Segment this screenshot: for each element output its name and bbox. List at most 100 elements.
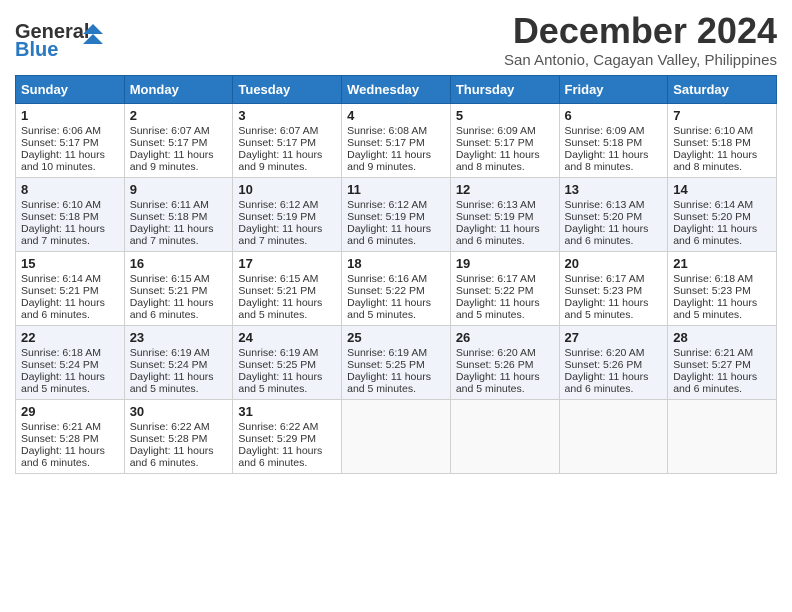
title-area: December 2024 San Antonio, Cagayan Valle… [504, 10, 777, 69]
sunset-text: Sunset: 5:28 PM [21, 433, 119, 445]
calendar-cell: 11Sunrise: 6:12 AMSunset: 5:19 PMDayligh… [342, 178, 451, 252]
calendar-cell: 27Sunrise: 6:20 AMSunset: 5:26 PMDayligh… [559, 326, 668, 400]
daylight-text: Daylight: 11 hours and 5 minutes. [21, 371, 119, 395]
sunrise-text: Sunrise: 6:22 AM [130, 421, 228, 433]
calendar-cell: 29 Sunrise: 6:21 AMSunset: 5:28 PMDayligh… [16, 400, 125, 474]
sunset-text: Sunset: 5:25 PM [347, 359, 445, 371]
week-row-1: 1Sunrise: 6:06 AMSunset: 5:17 PMDaylight… [16, 104, 777, 178]
daylight-text: Daylight: 11 hours and 6 minutes. [21, 297, 119, 321]
calendar-cell: 6Sunrise: 6:09 AMSunset: 5:18 PMDaylight… [559, 104, 668, 178]
sunset-text: Sunset: 5:24 PM [21, 359, 119, 371]
sunrise-text: Sunrise: 6:20 AM [565, 347, 663, 359]
daylight-text: Daylight: 11 hours and 8 minutes. [565, 149, 663, 173]
calendar-cell: 14Sunrise: 6:14 AMSunset: 5:20 PMDayligh… [668, 178, 777, 252]
page-title: December 2024 [504, 10, 777, 52]
sunrise-text: Sunrise: 6:18 AM [673, 273, 771, 285]
week-row-4: 22Sunrise: 6:18 AMSunset: 5:24 PMDayligh… [16, 326, 777, 400]
sunset-text: Sunset: 5:18 PM [673, 137, 771, 149]
calendar-cell: 30Sunrise: 6:22 AMSunset: 5:28 PMDayligh… [124, 400, 233, 474]
sunset-text: Sunset: 5:19 PM [347, 211, 445, 223]
day-number: 16 [130, 256, 228, 271]
column-header-monday: Monday [124, 76, 233, 104]
sunset-text: Sunset: 5:29 PM [238, 433, 336, 445]
calendar-cell [450, 400, 559, 474]
sunset-text: Sunset: 5:20 PM [565, 211, 663, 223]
daylight-text: Daylight: 11 hours and 6 minutes. [130, 445, 228, 469]
calendar-cell: 15Sunrise: 6:14 AMSunset: 5:21 PMDayligh… [16, 252, 125, 326]
calendar-cell: 23Sunrise: 6:19 AMSunset: 5:24 PMDayligh… [124, 326, 233, 400]
calendar-cell: 7Sunrise: 6:10 AMSunset: 5:18 PMDaylight… [668, 104, 777, 178]
sunset-text: Sunset: 5:17 PM [456, 137, 554, 149]
header-row: SundayMondayTuesdayWednesdayThursdayFrid… [16, 76, 777, 104]
sunset-text: Sunset: 5:18 PM [21, 211, 119, 223]
sunrise-text: Sunrise: 6:12 AM [347, 199, 445, 211]
day-number: 31 [238, 404, 336, 419]
day-number: 14 [673, 182, 771, 197]
daylight-text: Daylight: 11 hours and 9 minutes. [130, 149, 228, 173]
day-number: 23 [130, 330, 228, 345]
calendar-cell: 16Sunrise: 6:15 AMSunset: 5:21 PMDayligh… [124, 252, 233, 326]
sunset-text: Sunset: 5:21 PM [238, 285, 336, 297]
day-number: 6 [565, 108, 663, 123]
calendar-cell: 25Sunrise: 6:19 AMSunset: 5:25 PMDayligh… [342, 326, 451, 400]
day-number: 27 [565, 330, 663, 345]
day-number: 26 [456, 330, 554, 345]
daylight-text: Daylight: 11 hours and 6 minutes. [673, 223, 771, 247]
sunset-text: Sunset: 5:19 PM [456, 211, 554, 223]
day-number: 28 [673, 330, 771, 345]
calendar-cell: 20 Sunrise: 6:17 AMSunset: 5:23 PMDayligh… [559, 252, 668, 326]
daylight-text: Daylight: 11 hours and 8 minutes. [673, 149, 771, 173]
sunset-text: Sunset: 5:25 PM [238, 359, 336, 371]
sunrise-text: Sunrise: 6:22 AM [238, 421, 336, 433]
sunset-text: Sunset: 5:17 PM [21, 137, 119, 149]
column-header-sunday: Sunday [16, 76, 125, 104]
sunrise-text: Sunrise: 6:13 AM [565, 199, 663, 211]
sunrise-text: Sunrise: 6:21 AM [21, 421, 119, 433]
day-number: 25 [347, 330, 445, 345]
sunrise-text: Sunrise: 6:17 AM [565, 273, 663, 285]
daylight-text: Daylight: 11 hours and 5 minutes. [456, 371, 554, 395]
calendar-cell: 28Sunrise: 6:21 AMSunset: 5:27 PMDayligh… [668, 326, 777, 400]
logo: General Blue [15, 16, 105, 63]
daylight-text: Daylight: 11 hours and 5 minutes. [565, 297, 663, 321]
calendar-cell: 9Sunrise: 6:11 AMSunset: 5:18 PMDaylight… [124, 178, 233, 252]
sunrise-text: Sunrise: 6:07 AM [238, 125, 336, 137]
sunset-text: Sunset: 5:18 PM [565, 137, 663, 149]
sunrise-text: Sunrise: 6:08 AM [347, 125, 445, 137]
day-number: 8 [21, 182, 119, 197]
calendar-cell: 19Sunrise: 6:17 AMSunset: 5:22 PMDayligh… [450, 252, 559, 326]
daylight-text: Daylight: 11 hours and 6 minutes. [21, 445, 119, 469]
svg-text:Blue: Blue [15, 39, 58, 58]
column-header-thursday: Thursday [450, 76, 559, 104]
calendar-cell: 17Sunrise: 6:15 AMSunset: 5:21 PMDayligh… [233, 252, 342, 326]
sunrise-text: Sunrise: 6:14 AM [21, 273, 119, 285]
calendar-cell: 13Sunrise: 6:13 AMSunset: 5:20 PMDayligh… [559, 178, 668, 252]
sunset-text: Sunset: 5:26 PM [456, 359, 554, 371]
day-number: 29 [21, 404, 119, 419]
sunset-text: Sunset: 5:22 PM [347, 285, 445, 297]
day-number: 17 [238, 256, 336, 271]
logo-text: General Blue [15, 16, 105, 63]
calendar-cell: 12Sunrise: 6:13 AMSunset: 5:19 PMDayligh… [450, 178, 559, 252]
daylight-text: Daylight: 11 hours and 6 minutes. [565, 371, 663, 395]
calendar-cell: 24Sunrise: 6:19 AMSunset: 5:25 PMDayligh… [233, 326, 342, 400]
calendar-cell: 21Sunrise: 6:18 AMSunset: 5:23 PMDayligh… [668, 252, 777, 326]
day-number: 10 [238, 182, 336, 197]
daylight-text: Daylight: 11 hours and 5 minutes. [456, 297, 554, 321]
daylight-text: Daylight: 11 hours and 7 minutes. [238, 223, 336, 247]
sunset-text: Sunset: 5:23 PM [565, 285, 663, 297]
day-number: 15 [21, 256, 119, 271]
daylight-text: Daylight: 11 hours and 5 minutes. [238, 297, 336, 321]
calendar-cell: 1Sunrise: 6:06 AMSunset: 5:17 PMDaylight… [16, 104, 125, 178]
sunrise-text: Sunrise: 6:18 AM [21, 347, 119, 359]
day-number: 7 [673, 108, 771, 123]
daylight-text: Daylight: 11 hours and 9 minutes. [238, 149, 336, 173]
sunrise-text: Sunrise: 6:13 AM [456, 199, 554, 211]
daylight-text: Daylight: 11 hours and 7 minutes. [21, 223, 119, 247]
day-number: 11 [347, 182, 445, 197]
day-number: 20 [565, 256, 663, 271]
sunset-text: Sunset: 5:17 PM [347, 137, 445, 149]
calendar-cell: 26Sunrise: 6:20 AMSunset: 5:26 PMDayligh… [450, 326, 559, 400]
sunset-text: Sunset: 5:22 PM [456, 285, 554, 297]
calendar-cell: 8Sunrise: 6:10 AMSunset: 5:18 PMDaylight… [16, 178, 125, 252]
